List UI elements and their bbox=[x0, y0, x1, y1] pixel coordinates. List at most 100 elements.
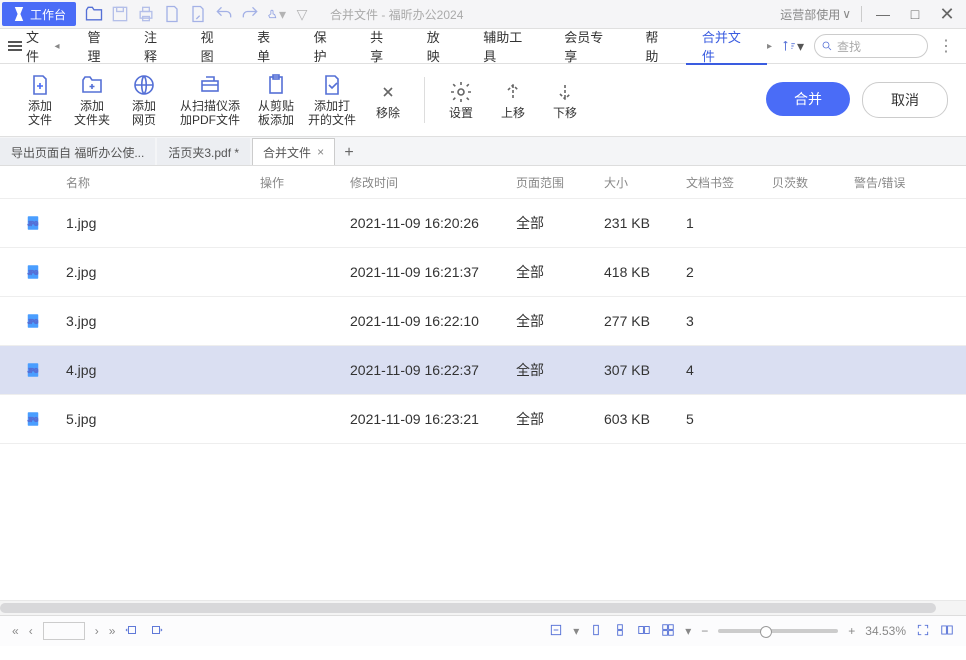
redo-icon[interactable] bbox=[240, 4, 260, 24]
chevron-down-icon: ∨ bbox=[842, 7, 851, 21]
save-icon[interactable] bbox=[110, 4, 130, 24]
jpg-file-icon: JPG bbox=[24, 214, 42, 232]
view-continuous-icon[interactable] bbox=[613, 623, 627, 640]
add-from-scanner-button[interactable]: 从扫描仪添 加PDF文件 bbox=[174, 70, 246, 130]
nav-prev-icon[interactable]: ‹ bbox=[29, 624, 33, 638]
svg-text:JPG: JPG bbox=[28, 221, 38, 227]
table-header: 名称 操作 修改时间 页面范围 大小 文档书签 贝茨数 警告/错误 bbox=[0, 166, 966, 199]
table-row[interactable]: JPG2.jpg2021-11-09 16:21:37全部418 KB2 bbox=[0, 248, 966, 297]
maximize-button[interactable]: □ bbox=[904, 3, 926, 25]
add-from-clipboard-button[interactable]: 从剪贴 板添加 bbox=[254, 70, 298, 130]
sort-button[interactable]: ▾ bbox=[778, 38, 808, 55]
jpg-file-icon: JPG bbox=[24, 410, 42, 428]
print-icon[interactable] bbox=[136, 4, 156, 24]
fit-auto-icon[interactable] bbox=[549, 623, 563, 640]
document-tab[interactable]: 合并文件× bbox=[252, 138, 335, 165]
document-title: 合并文件 - 福昕办公2024 bbox=[330, 6, 780, 23]
view-single-icon[interactable] bbox=[589, 623, 603, 640]
tab-close-icon[interactable]: × bbox=[317, 145, 324, 159]
svg-text:JPG: JPG bbox=[28, 270, 38, 276]
rotate-right-icon[interactable] bbox=[149, 623, 163, 640]
file-menu-button[interactable]: 文件 ◂ bbox=[0, 27, 68, 65]
undo-icon[interactable] bbox=[214, 4, 234, 24]
menu-item-5[interactable]: 共享 bbox=[354, 29, 411, 63]
statusbar: « ‹ › » ▾ ▾ − + 34.53% bbox=[0, 615, 966, 646]
quick-access-toolbar: ▾ ▽ bbox=[84, 4, 312, 24]
merge-button[interactable]: 合并 bbox=[766, 82, 850, 116]
table-row[interactable]: JPG3.jpg2021-11-09 16:22:10全部277 KB3 bbox=[0, 297, 966, 346]
header-bookmark[interactable]: 文档书签 bbox=[686, 174, 772, 191]
settings-button[interactable]: 设置 bbox=[439, 70, 483, 130]
touch-icon[interactable]: ▾ bbox=[266, 4, 286, 24]
cancel-button[interactable]: 取消 bbox=[862, 82, 948, 118]
workspace-button[interactable]: 工作台 bbox=[2, 2, 76, 26]
close-button[interactable]: ✕ bbox=[936, 3, 958, 25]
zoom-in-icon[interactable]: + bbox=[848, 624, 855, 638]
zoom-slider[interactable] bbox=[718, 629, 838, 633]
add-folder-button[interactable]: 添加 文件夹 bbox=[70, 70, 114, 130]
nav-next-icon[interactable]: › bbox=[95, 624, 99, 638]
document-tab[interactable]: 导出页面自 福昕办公使... bbox=[0, 138, 155, 165]
move-up-button[interactable]: 上移 bbox=[491, 70, 535, 130]
nav-last-icon[interactable]: » bbox=[109, 624, 116, 638]
doc1-icon[interactable] bbox=[162, 4, 182, 24]
titlebar: 工作台 ▾ ▽ 合并文件 - 福昕办公2024 运营部使用 ∨ — □ ✕ bbox=[0, 0, 966, 29]
zoom-level[interactable]: 34.53% bbox=[865, 624, 906, 638]
open-icon[interactable] bbox=[84, 4, 104, 24]
menu-item-3[interactable]: 表单 bbox=[241, 29, 298, 63]
svg-text:JPG: JPG bbox=[28, 417, 38, 423]
usage-dropdown[interactable]: 运营部使用 ∨ bbox=[780, 6, 851, 23]
header-warn[interactable]: 警告/错误 bbox=[854, 174, 934, 191]
menu-item-1[interactable]: 注释 bbox=[128, 29, 185, 63]
file-menu-label: 文件 bbox=[26, 27, 50, 65]
search-input[interactable]: 查找 bbox=[814, 34, 928, 58]
view-facing-icon[interactable] bbox=[637, 623, 651, 640]
menu-item-9[interactable]: 帮助 bbox=[629, 29, 686, 63]
table-row[interactable]: JPG4.jpg2021-11-09 16:22:37全部307 KB4 bbox=[0, 346, 966, 395]
menu-item-6[interactable]: 放映 bbox=[411, 29, 468, 63]
doc2-icon[interactable] bbox=[188, 4, 208, 24]
zoom-out-icon[interactable]: − bbox=[701, 624, 708, 638]
menu-item-10[interactable]: 合并文件 bbox=[686, 29, 767, 65]
add-open-files-button[interactable]: 添加打 开的文件 bbox=[306, 70, 358, 130]
dropdown-icon[interactable]: ▽ bbox=[292, 4, 312, 24]
move-down-button[interactable]: 下移 bbox=[543, 70, 587, 130]
menubar: 文件 ◂ 管理注释视图表单保护共享放映辅助工具会员专享帮助合并文件 ▸ ▾ 查找… bbox=[0, 29, 966, 64]
search-placeholder: 查找 bbox=[837, 38, 861, 55]
add-file-button[interactable]: 添加 文件 bbox=[18, 70, 62, 130]
rotate-left-icon[interactable] bbox=[125, 623, 139, 640]
menu-item-2[interactable]: 视图 bbox=[185, 29, 242, 63]
minimize-button[interactable]: — bbox=[872, 3, 894, 25]
new-tab-button[interactable]: + bbox=[337, 141, 361, 165]
header-name[interactable]: 名称 bbox=[66, 174, 260, 191]
header-time[interactable]: 修改时间 bbox=[350, 174, 516, 191]
menu-item-7[interactable]: 辅助工具 bbox=[467, 29, 548, 63]
table-row[interactable]: JPG1.jpg2021-11-09 16:20:26全部231 KB1 bbox=[0, 199, 966, 248]
app-logo-icon bbox=[12, 7, 26, 21]
jpg-file-icon: JPG bbox=[24, 263, 42, 281]
svg-text:JPG: JPG bbox=[28, 368, 38, 374]
menu-item-4[interactable]: 保护 bbox=[298, 29, 355, 63]
page-input[interactable] bbox=[43, 622, 85, 640]
menu-item-0[interactable]: 管理 bbox=[72, 29, 129, 63]
document-tabstrip: 导出页面自 福昕办公使...活页夹3.pdf *合并文件× + bbox=[0, 137, 966, 166]
header-range[interactable]: 页面范围 bbox=[516, 174, 604, 191]
ribbon-toolbar: 添加 文件 添加 文件夹 添加 网页 从扫描仪添 加PDF文件 从剪贴 板添加 … bbox=[0, 64, 966, 137]
add-webpage-button[interactable]: 添加 网页 bbox=[122, 70, 166, 130]
header-bates[interactable]: 贝茨数 bbox=[772, 174, 854, 191]
jpg-file-icon: JPG bbox=[24, 361, 42, 379]
document-tab[interactable]: 活页夹3.pdf * bbox=[157, 138, 250, 165]
header-size[interactable]: 大小 bbox=[604, 174, 686, 191]
remove-button[interactable]: 移除 bbox=[366, 70, 410, 130]
view-facing-cont-icon[interactable] bbox=[661, 623, 675, 640]
svg-text:JPG: JPG bbox=[28, 319, 38, 325]
header-op[interactable]: 操作 bbox=[260, 174, 350, 191]
more-menu-button[interactable]: ⋮ bbox=[934, 36, 958, 56]
nav-first-icon[interactable]: « bbox=[12, 624, 19, 638]
fullscreen-icon[interactable] bbox=[916, 623, 930, 640]
read-mode-icon[interactable] bbox=[940, 623, 954, 640]
menu-item-8[interactable]: 会员专享 bbox=[548, 29, 629, 63]
jpg-file-icon: JPG bbox=[24, 312, 42, 330]
horizontal-scrollbar[interactable] bbox=[0, 600, 966, 615]
table-row[interactable]: JPG5.jpg2021-11-09 16:23:21全部603 KB5 bbox=[0, 395, 966, 444]
